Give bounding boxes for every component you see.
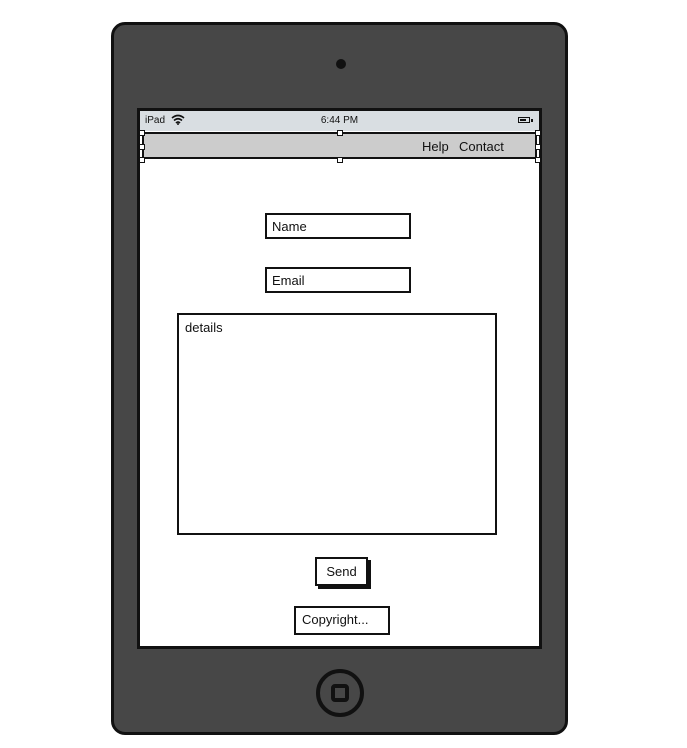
details-textarea[interactable] <box>177 313 497 535</box>
ipad-screen: iPad 6:44 PM Help Contact Send Copyright… <box>137 108 542 649</box>
camera-icon <box>336 59 346 69</box>
nav-link-contact[interactable]: Contact <box>459 139 504 154</box>
battery-icon <box>518 117 530 123</box>
selection-handle <box>337 130 343 136</box>
selection-handle <box>139 157 145 163</box>
name-field[interactable] <box>265 213 411 239</box>
status-bar: iPad 6:44 PM <box>140 111 539 131</box>
selection-handle <box>337 157 343 163</box>
home-button-icon[interactable] <box>316 669 364 717</box>
battery-tip <box>531 119 533 122</box>
selection-handle <box>139 130 145 136</box>
selection-handle <box>139 144 145 150</box>
selection-handle <box>535 144 541 150</box>
email-field[interactable] <box>265 267 411 293</box>
copyright-text: Copyright... <box>294 606 390 635</box>
nav-link-help[interactable]: Help <box>422 139 449 154</box>
navigation-bar: Help Contact <box>142 132 537 159</box>
send-button[interactable]: Send <box>315 557 368 586</box>
status-time: 6:44 PM <box>320 115 359 126</box>
selection-handle <box>535 130 541 136</box>
home-button-inner <box>331 684 349 702</box>
selection-handle <box>535 157 541 163</box>
